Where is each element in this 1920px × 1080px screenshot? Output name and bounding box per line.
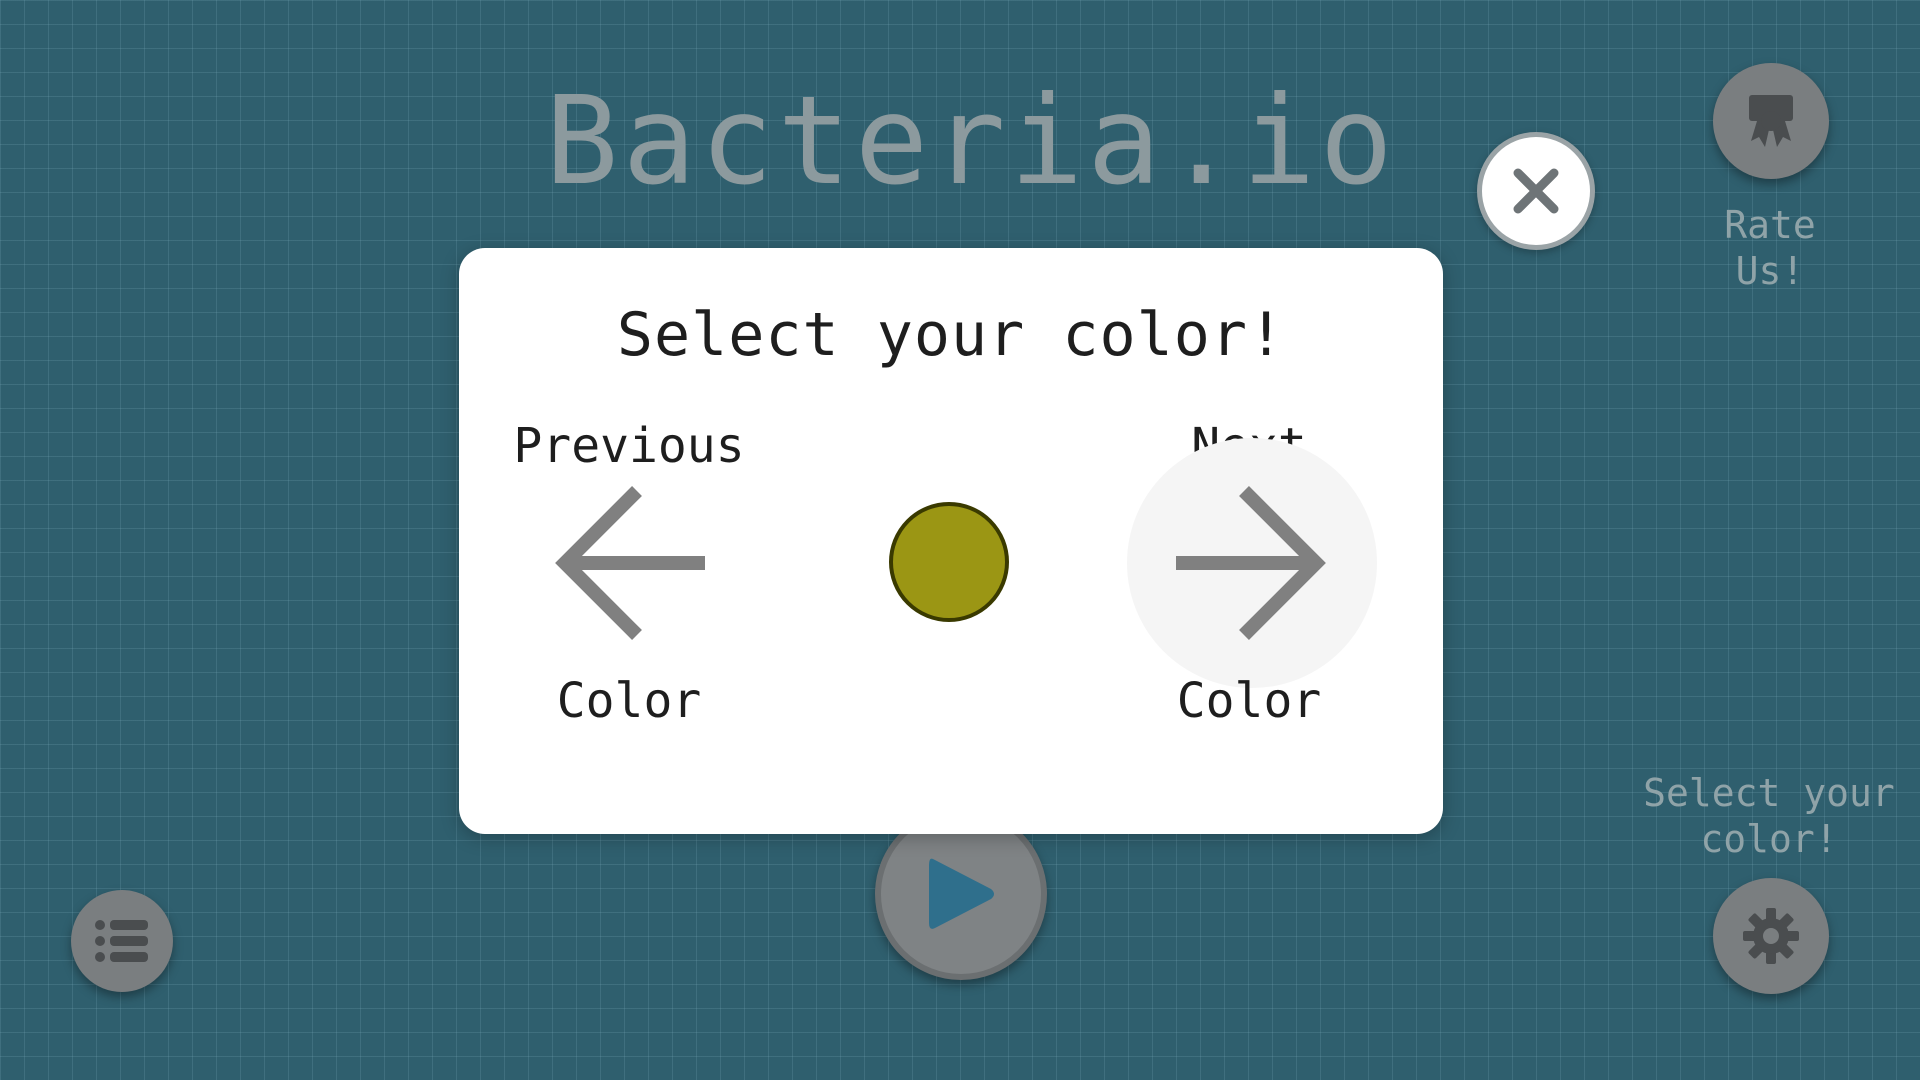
- selected-color-swatch: [889, 502, 1009, 622]
- previous-color-button[interactable]: [504, 438, 754, 688]
- close-button[interactable]: [1477, 132, 1595, 250]
- previous-color-label: Color: [556, 673, 702, 729]
- leaderboard-button[interactable]: [71, 890, 173, 992]
- select-color-shortcut-label[interactable]: Select your color!: [1624, 770, 1914, 862]
- game-title: Bacteria.io: [545, 70, 1397, 212]
- gear-icon: [1743, 908, 1799, 964]
- color-select-dialog: Select your color! Previous Color Next C…: [459, 248, 1443, 834]
- play-icon: [929, 858, 994, 929]
- arrow-left-icon: [555, 486, 705, 640]
- settings-button[interactable]: [1713, 878, 1829, 994]
- dialog-title: Select your color!: [616, 300, 1286, 370]
- rate-us-label[interactable]: Rate Us!: [1680, 202, 1860, 294]
- list-icon: [95, 920, 148, 962]
- rate-us-button[interactable]: [1713, 63, 1829, 179]
- close-icon: [1513, 168, 1559, 214]
- ribbon-award-icon: [1749, 95, 1793, 147]
- arrow-right-icon: [1176, 486, 1326, 640]
- next-color-label: Color: [1176, 673, 1322, 729]
- next-color-button[interactable]: [1127, 438, 1377, 688]
